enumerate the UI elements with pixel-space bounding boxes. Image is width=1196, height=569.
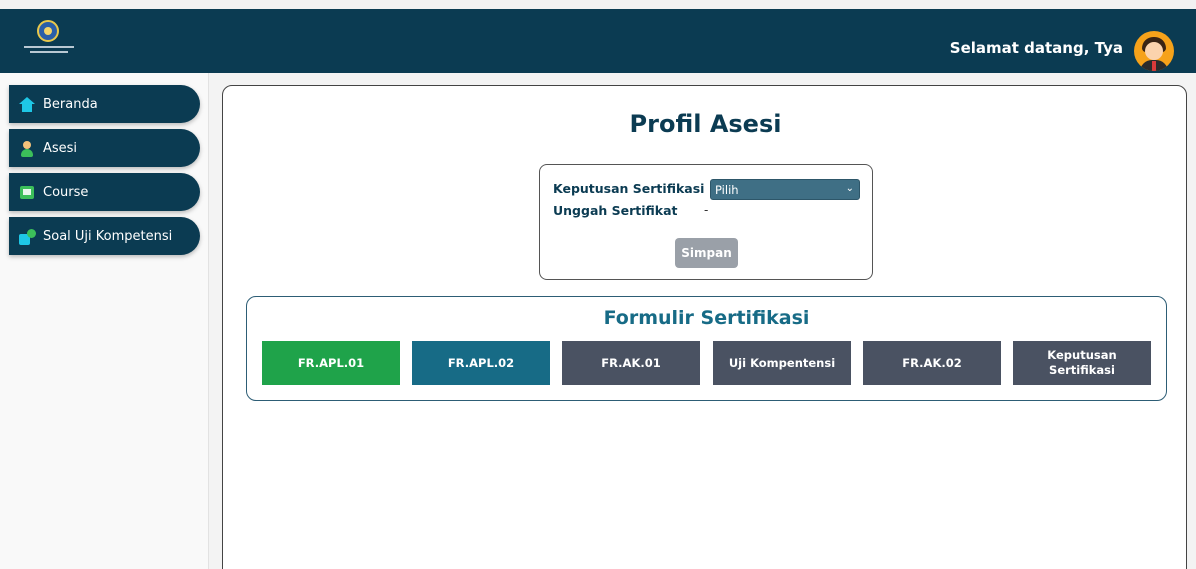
page-title: Profil Asesi [629,110,782,138]
save-button[interactable]: Simpan [675,238,738,268]
sidebar-item-soal-uji-kompetensi[interactable]: Soal Uji Kompetensi [9,217,200,255]
user-avatar[interactable] [1134,31,1174,71]
sidebar-item-label: Course [43,184,89,200]
top-strip [0,0,1196,9]
sidebar-item-label: Asesi [43,140,78,156]
fr-apl-02-button[interactable]: FR.APL.02 [412,341,550,385]
logo-emblem [37,20,59,42]
sidebar-item-beranda[interactable]: Beranda [9,85,200,123]
sidebar-item-course[interactable]: Course [9,173,200,211]
uji-kompetensi-button[interactable]: Uji Kompentensi [713,341,851,385]
sidebar: Beranda Asesi Course Soal Uji Kompetensi [0,73,209,569]
decision-label: Keputusan Sertifikasi [553,181,705,196]
certification-forms-section: Formulir Sertifikasi FR.APL.01 FR.APL.02… [246,296,1167,401]
upload-value: - [704,203,709,217]
logo-text-line [24,46,74,48]
keputusan-sertifikasi-button[interactable]: Keputusan Sertifikasi [1013,341,1151,385]
section-title: Formulir Sertifikasi [603,307,810,329]
certification-decision-form: Keputusan Sertifikasi Pilih ⌄ Unggah Ser… [539,164,873,280]
institution-logo[interactable] [24,20,74,60]
decision-select[interactable]: Pilih ⌄ [710,179,860,200]
welcome-message: Selamat datang, Tya [949,39,1123,57]
fr-ak-01-button[interactable]: FR.AK.01 [562,341,700,385]
chevron-down-icon: ⌄ [845,183,854,194]
user-icon [19,141,35,157]
sidebar-item-asesi[interactable]: Asesi [9,129,200,167]
sidebar-item-label: Beranda [43,96,98,112]
quiz-icon [19,229,36,245]
main-content: Profil Asesi Keputusan Sertifikasi Pilih… [222,85,1187,569]
fr-ak-02-button[interactable]: FR.AK.02 [863,341,1001,385]
top-navbar: Selamat datang, Tya [0,9,1196,73]
sidebar-item-label: Soal Uji Kompetensi [43,228,173,244]
course-icon [19,185,35,201]
logo-text-line [30,51,68,53]
upload-label: Unggah Sertifikat [553,203,678,218]
fr-apl-01-button[interactable]: FR.APL.01 [262,341,400,385]
decision-select-value: Pilih [715,183,739,197]
home-icon [19,97,35,113]
